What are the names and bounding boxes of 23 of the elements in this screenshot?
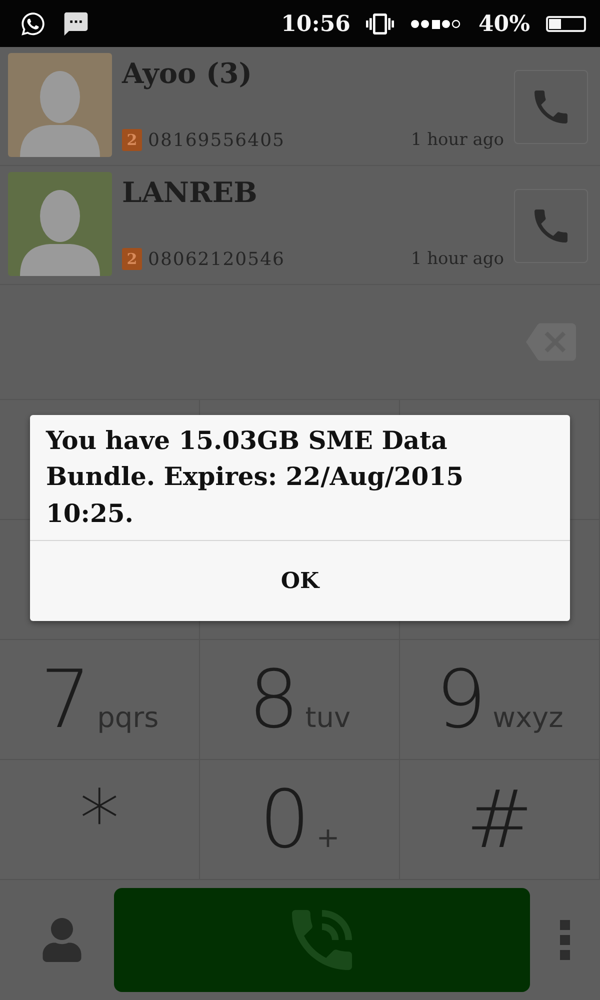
ok-button[interactable]: OK xyxy=(30,540,570,621)
whatsapp-icon xyxy=(20,10,46,36)
dial-key[interactable]: * xyxy=(0,760,200,880)
call-time: 1 hour ago xyxy=(410,130,504,150)
call-button[interactable] xyxy=(514,189,588,263)
clock: 10:56 xyxy=(281,10,350,36)
contact-name: LANREB xyxy=(122,176,258,209)
dial-button[interactable] xyxy=(114,888,530,992)
battery-percent: 40% xyxy=(478,10,530,36)
call-button[interactable] xyxy=(514,70,588,144)
phone-number: 08169556405 xyxy=(148,130,285,150)
contact-name: Ayoo (3) xyxy=(122,57,253,90)
contacts-icon[interactable] xyxy=(40,918,84,962)
dial-key[interactable]: 0+ xyxy=(200,760,400,880)
sim-badge: 2 xyxy=(122,248,142,270)
sim-badge: 2 xyxy=(122,129,142,151)
message-icon xyxy=(62,10,90,38)
dialog-message: You have 15.03GB SME Data Bundle. Expires: 22/Aug/2015 10:25. xyxy=(30,415,570,541)
battery-icon xyxy=(546,16,586,32)
phone-number: 08062120546 xyxy=(148,248,285,270)
dial-key[interactable]: # xyxy=(400,760,600,880)
menu-icon[interactable] xyxy=(560,920,570,960)
call-time: 1 hour ago xyxy=(410,249,504,269)
